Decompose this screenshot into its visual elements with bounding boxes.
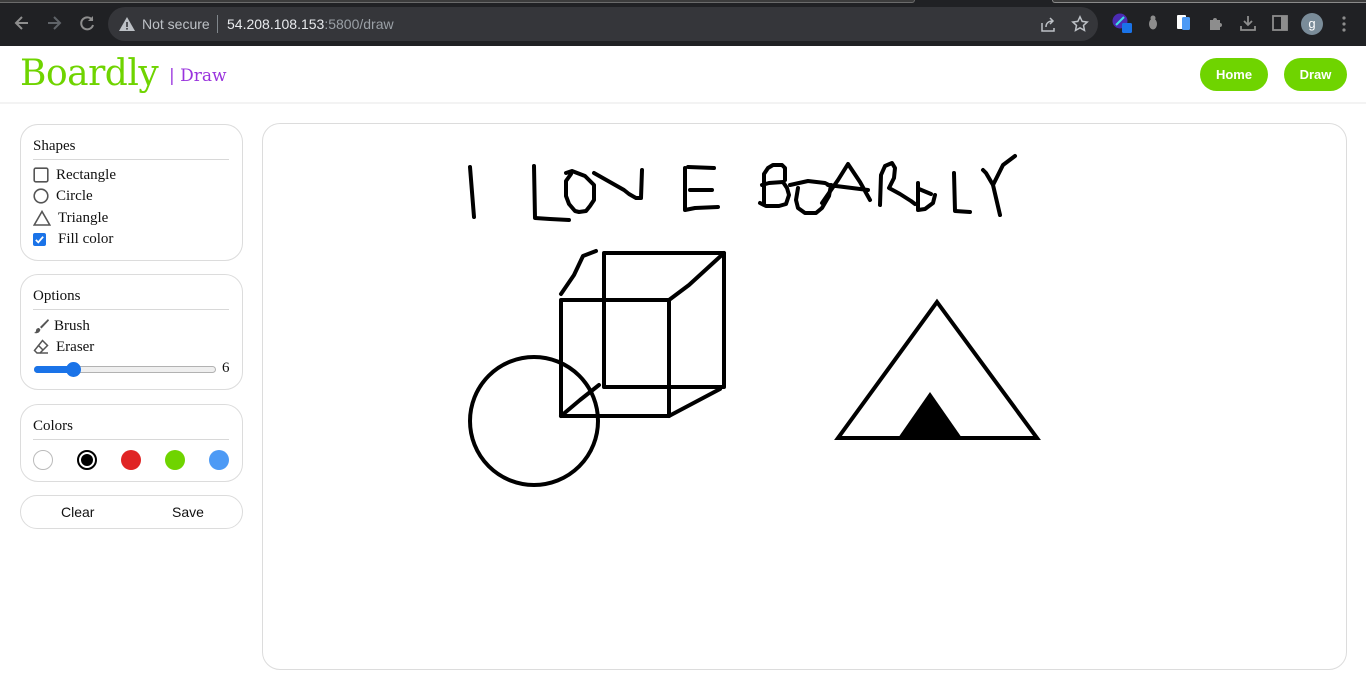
- shape-circle[interactable]: Circle: [33, 187, 153, 205]
- url-host: 54.208.108.153: [227, 16, 325, 32]
- logo[interactable]: Boardly: [20, 53, 159, 94]
- shape-circle-label: Circle: [56, 188, 93, 204]
- color-swatch-white[interactable]: [33, 450, 53, 470]
- url-text[interactable]: 54.208.108.153:5800/draw: [227, 16, 394, 32]
- drawing-canvas[interactable]: [262, 123, 1347, 670]
- stroke-letter-L2: [952, 171, 972, 214]
- stroke-letter-V: [592, 168, 644, 200]
- brush-size-slider[interactable]: [34, 362, 216, 377]
- fill-color-label: Fill color: [58, 231, 114, 247]
- shapes-title: Shapes: [33, 138, 76, 154]
- stroke-letter-O: [564, 169, 596, 214]
- divider: [33, 159, 229, 160]
- stroke-letter-I: [468, 165, 476, 219]
- cube-edge-top-right: [667, 251, 726, 302]
- shapes-panel: Shapes Rectangle Circle Triangle Fill co…: [20, 124, 243, 261]
- menu-dots-icon[interactable]: [1339, 15, 1349, 33]
- download-icon[interactable]: [1238, 13, 1258, 33]
- slider-thumb[interactable]: [66, 362, 81, 377]
- drawn-triangle-filled: [898, 392, 962, 438]
- draw-button[interactable]: Draw: [1284, 58, 1347, 91]
- reload-icon[interactable]: [76, 12, 98, 34]
- canvas-drawing[interactable]: [263, 124, 1347, 670]
- colors-title: Colors: [33, 418, 74, 434]
- puzzle-icon[interactable]: [1206, 13, 1226, 33]
- cube-edge-top-left: [559, 249, 598, 296]
- browser-toolbar: Not secure 54.208.108.153:5800/draw g: [0, 0, 1366, 46]
- fill-color-checkbox[interactable]: [33, 233, 46, 246]
- security-label[interactable]: Not secure: [142, 16, 210, 32]
- brush-tool[interactable]: Brush: [33, 317, 133, 335]
- back-icon[interactable]: [11, 12, 33, 34]
- url-path: :5800/draw: [324, 16, 394, 32]
- color-picker-extension-icon[interactable]: [1112, 13, 1132, 33]
- brush-icon: [34, 319, 49, 334]
- stroke-letter-E: [683, 165, 720, 212]
- stroke-letter-B: [758, 163, 791, 208]
- color-swatch-black[interactable]: [77, 450, 97, 470]
- options-panel: Options Brush Eraser 6: [20, 274, 243, 390]
- clear-button[interactable]: Clear: [61, 504, 94, 520]
- page-subtitle: | Draw: [169, 66, 227, 86]
- save-button[interactable]: Save: [172, 504, 204, 520]
- tabs-extension-icon[interactable]: [1174, 13, 1194, 33]
- address-bar[interactable]: Not secure 54.208.108.153:5800/draw: [108, 7, 1098, 41]
- stroke-letter-L: [532, 164, 571, 222]
- cube-front-face: [559, 298, 671, 418]
- brush-size-value: 6: [222, 360, 230, 376]
- drawn-circle: [468, 355, 600, 487]
- shape-rectangle-label: Rectangle: [56, 167, 116, 183]
- bug-extension-icon[interactable]: [1143, 13, 1163, 33]
- stroke-letter-R: [878, 161, 917, 207]
- stroke-letter-Y: [981, 154, 1017, 217]
- shape-triangle[interactable]: Triangle: [33, 209, 153, 227]
- home-button[interactable]: Home: [1200, 58, 1268, 91]
- tab-strip-right: [1052, 0, 1366, 3]
- app-header: Boardly | Draw Home Draw: [0, 46, 1366, 104]
- stroke-letter-D: [916, 181, 937, 212]
- cube-edge-bottom-right: [667, 387, 722, 418]
- color-swatch-green[interactable]: [165, 450, 185, 470]
- profile-avatar[interactable]: g: [1301, 13, 1323, 35]
- brush-label: Brush: [54, 318, 90, 334]
- share-icon[interactable]: [1039, 15, 1057, 33]
- eraser-label: Eraser: [56, 339, 95, 355]
- cube-back-face: [602, 251, 726, 389]
- divider: [217, 15, 218, 33]
- options-title: Options: [33, 288, 81, 304]
- selected-indicator: [81, 454, 93, 466]
- side-panel-icon[interactable]: [1270, 13, 1290, 33]
- shape-rectangle[interactable]: Rectangle: [33, 166, 153, 184]
- tab-strip: [0, 0, 915, 3]
- divider: [33, 439, 229, 440]
- color-swatch-blue[interactable]: [209, 450, 229, 470]
- shape-triangle-label: Triangle: [58, 210, 109, 226]
- divider: [33, 309, 229, 310]
- star-icon[interactable]: [1071, 15, 1089, 33]
- warning-icon[interactable]: [118, 15, 136, 33]
- circle-icon: [33, 188, 49, 204]
- color-swatch-red[interactable]: [121, 450, 141, 470]
- eraser-icon: [33, 339, 49, 354]
- triangle-icon: [33, 210, 51, 226]
- fill-color-checkbox-row[interactable]: Fill color: [33, 230, 153, 248]
- action-bar: Clear Save: [20, 495, 243, 529]
- forward-icon[interactable]: [43, 12, 65, 34]
- eraser-tool[interactable]: Eraser: [33, 338, 133, 356]
- square-icon: [33, 167, 49, 183]
- colors-panel: Colors: [20, 404, 243, 482]
